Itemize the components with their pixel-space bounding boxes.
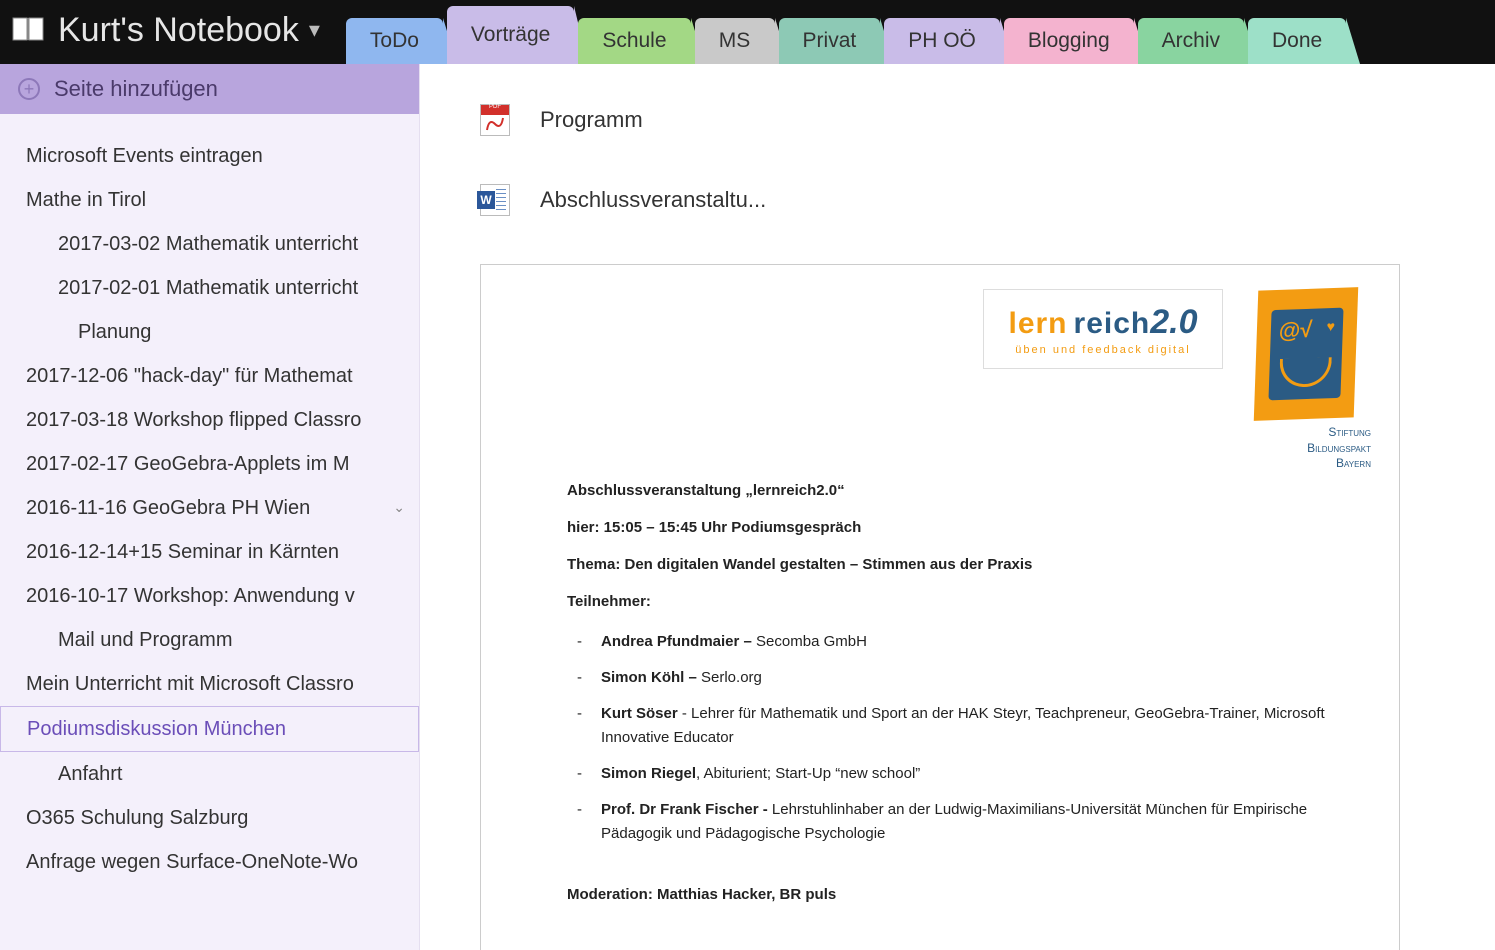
embed-topic: Thema: Den digitalen Wandel gestalten – … bbox=[567, 556, 1371, 573]
page-item[interactable]: Anfrage wegen Surface-OneNote-Wo bbox=[0, 840, 419, 884]
page-item[interactable]: 2017-02-17 GeoGebra-Applets im M bbox=[0, 442, 419, 486]
participant-item: Kurt Söser - Lehrer für Mathematik und S… bbox=[601, 702, 1371, 750]
page-item[interactable]: Anfahrt bbox=[0, 752, 419, 796]
participants-list: Andrea Pfundmaier – Secomba GmbH Simon Kö… bbox=[567, 630, 1371, 846]
tab-ph-oö[interactable]: PH OÖ bbox=[884, 18, 1000, 64]
tab-done[interactable]: Done bbox=[1248, 18, 1346, 64]
tab-blogging[interactable]: Blogging bbox=[1004, 18, 1134, 64]
chevron-down-icon: ▾ bbox=[309, 17, 320, 43]
tab-archiv[interactable]: Archiv bbox=[1138, 18, 1244, 64]
attachment-word[interactable]: Abschlussveranstaltu... bbox=[480, 184, 1495, 216]
page-content[interactable]: Programm Abschlussveranstaltu... lern rei… bbox=[420, 64, 1495, 950]
notebook-icon bbox=[12, 14, 44, 46]
page-item[interactable]: O365 Schulung Salzburg bbox=[0, 796, 419, 840]
page-item[interactable]: Mail und Programm bbox=[0, 618, 419, 662]
page-item[interactable]: Mathe in Tirol bbox=[0, 178, 419, 222]
embed-moderation: Moderation: Matthias Hacker, BR puls bbox=[567, 886, 1371, 903]
participant-item: Prof. Dr Frank Fischer - Lehrstuhlinhabe… bbox=[601, 798, 1371, 846]
logo-stiftung: ♥ Stiftung Bildungspakt Bayern bbox=[1241, 289, 1371, 472]
page-item[interactable]: Microsoft Events eintragen bbox=[0, 134, 419, 178]
page-item[interactable]: Podiumsdiskussion München bbox=[0, 706, 419, 752]
page-item[interactable]: 2017-03-18 Workshop flipped Classro bbox=[0, 398, 419, 442]
participant-item: Simon Köhl – Serlo.org bbox=[601, 666, 1371, 690]
chevron-down-icon[interactable]: ⌄ bbox=[393, 496, 405, 518]
tab-todo[interactable]: ToDo bbox=[346, 18, 443, 64]
tab-schule[interactable]: Schule bbox=[578, 18, 690, 64]
notebook-title: Kurt's Notebook bbox=[58, 11, 299, 50]
page-item[interactable]: 2016-11-16 GeoGebra PH Wien⌄ bbox=[0, 486, 419, 530]
plus-icon: + bbox=[18, 78, 40, 100]
page-item[interactable]: 2017-03-02 Mathematik unterricht bbox=[0, 222, 419, 266]
attachment-pdf[interactable]: Programm bbox=[480, 104, 1495, 136]
embedded-document: lern reich 2.0 üben und feedback digital… bbox=[480, 264, 1400, 950]
add-page-label: Seite hinzufügen bbox=[54, 76, 218, 102]
page-item[interactable]: 2016-12-14+15 Seminar in Kärnten bbox=[0, 530, 419, 574]
embed-time: hier: 15:05 – 15:45 Uhr Podiumsgespräch bbox=[567, 519, 1371, 536]
page-item[interactable]: 2016-10-17 Workshop: Anwendung v bbox=[0, 574, 419, 618]
embed-title: Abschlussveranstaltung „lernreich2.0“ bbox=[567, 482, 1371, 499]
notebook-picker[interactable]: Kurt's Notebook ▾ bbox=[0, 0, 340, 64]
participant-item: Simon Riegel, Abiturient; Start-Up “new … bbox=[601, 762, 1371, 786]
page-sidebar: + Seite hinzufügen Microsoft Events eint… bbox=[0, 64, 420, 950]
page-item[interactable]: Planung bbox=[0, 310, 419, 354]
logo-lernreich: lern reich 2.0 üben und feedback digital bbox=[983, 289, 1223, 369]
tab-ms[interactable]: MS bbox=[695, 18, 775, 64]
page-list: Microsoft Events eintragenMathe in Tirol… bbox=[0, 114, 419, 904]
attachment-label: Abschlussveranstaltu... bbox=[540, 187, 766, 213]
attachment-label: Programm bbox=[540, 107, 643, 133]
pdf-icon bbox=[480, 104, 510, 136]
tab-vorträge[interactable]: Vorträge bbox=[447, 6, 574, 64]
page-item[interactable]: Mein Unterricht mit Microsoft Classro bbox=[0, 662, 419, 706]
page-item[interactable]: 2017-12-06 "hack-day" für Mathemat bbox=[0, 354, 419, 398]
word-icon bbox=[480, 184, 510, 216]
add-page-button[interactable]: + Seite hinzufügen bbox=[0, 64, 419, 114]
embed-participants-label: Teilnehmer: bbox=[567, 593, 1371, 610]
topbar: Kurt's Notebook ▾ ToDoVorträgeSchuleMSPr… bbox=[0, 0, 1495, 64]
tab-privat[interactable]: Privat bbox=[779, 18, 881, 64]
participant-item: Andrea Pfundmaier – Secomba GmbH bbox=[601, 630, 1371, 654]
section-tabs: ToDoVorträgeSchuleMSPrivatPH OÖBloggingA… bbox=[340, 0, 1346, 64]
page-item[interactable]: 2017-02-01 Mathematik unterricht bbox=[0, 266, 419, 310]
